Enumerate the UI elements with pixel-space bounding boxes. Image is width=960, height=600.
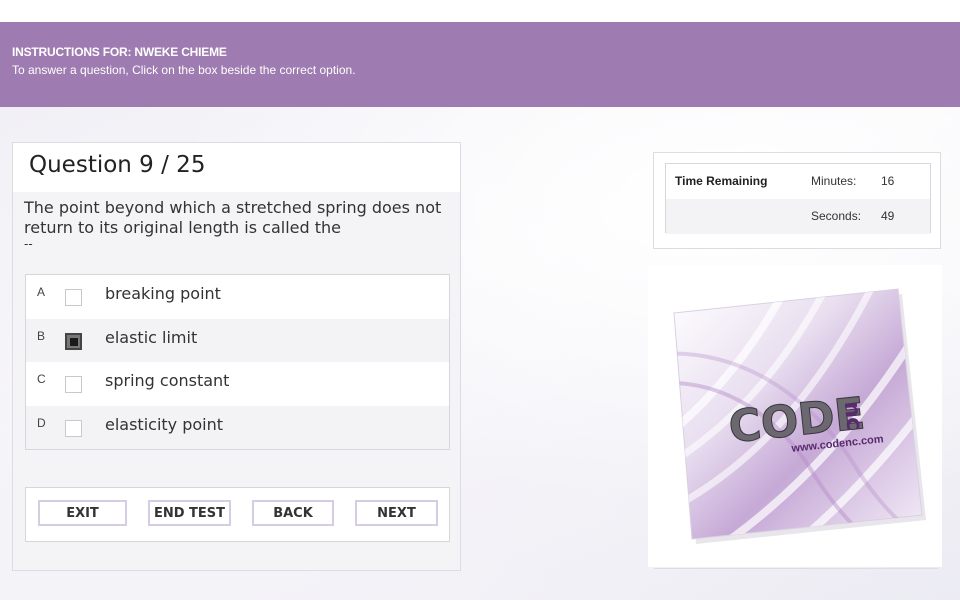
option-b-checkbox[interactable] xyxy=(65,332,82,350)
option-a-label[interactable]: breaking point xyxy=(105,284,221,303)
question-text-line: return to its original length is called … xyxy=(24,218,341,237)
seconds-value: 49 xyxy=(881,209,895,223)
question-text-line: The point beyond which a stretched sprin… xyxy=(24,198,442,217)
next-button[interactable]: NEXT xyxy=(355,500,438,526)
question-text-suffix: -- xyxy=(24,237,33,251)
timer-seconds-row: Seconds: 49 xyxy=(666,199,930,234)
minutes-label: Minutes: xyxy=(811,174,857,188)
option-letter: C xyxy=(37,372,46,386)
minutes-value: 16 xyxy=(881,174,895,188)
option-letter: D xyxy=(37,415,46,430)
back-button[interactable]: BACK xyxy=(252,500,334,526)
navigation-bar: EXIT END TEST BACK NEXT xyxy=(25,487,450,542)
logo-panel-divider xyxy=(654,568,938,569)
option-b-label[interactable]: elastic limit xyxy=(105,328,197,347)
logo-wordmark-suffix: nc xyxy=(839,400,867,431)
question-text: The point beyond which a stretched sprin… xyxy=(13,192,460,265)
option-c-checkbox[interactable] xyxy=(65,376,82,393)
timer-table: Time Remaining Minutes: 16 Seconds: 49 xyxy=(665,163,931,234)
option-a: A breaking point xyxy=(26,275,449,319)
instructions-header: INSTRUCTIONS FOR: NWEKE CHIEME To answer… xyxy=(0,22,960,107)
time-remaining-label: Time Remaining xyxy=(675,174,768,188)
option-d-label[interactable]: elasticity point xyxy=(105,415,223,434)
option-c-label[interactable]: spring constant xyxy=(105,371,229,390)
timer-panel: Time Remaining Minutes: 16 Seconds: 49 xyxy=(653,152,941,249)
timer-minutes-row: Time Remaining Minutes: 16 xyxy=(666,164,930,199)
codenc-logo: CODE nc www.codenc.com xyxy=(673,288,926,544)
option-a-checkbox[interactable] xyxy=(65,289,82,306)
instructions-title: INSTRUCTIONS FOR: NWEKE CHIEME xyxy=(12,45,227,59)
options-list: A breaking point B elastic limit C sprin… xyxy=(25,274,450,450)
instructions-text: To answer a question, Click on the box b… xyxy=(12,63,356,77)
question-panel: Question 9 / 25 The point beyond which a… xyxy=(12,142,461,571)
option-d: D elasticity point xyxy=(26,405,449,449)
question-number: Question 9 / 25 xyxy=(13,143,460,192)
seconds-label: Seconds: xyxy=(811,209,862,223)
end-test-button[interactable]: END TEST xyxy=(148,500,231,526)
exit-button[interactable]: EXIT xyxy=(38,500,127,526)
option-letter: A xyxy=(37,285,46,299)
option-letter: B xyxy=(37,328,46,343)
option-d-checkbox[interactable] xyxy=(65,419,82,437)
option-b: B elastic limit xyxy=(26,318,449,362)
option-c: C spring constant xyxy=(26,362,449,406)
logo-panel: CODE nc www.codenc.com xyxy=(648,265,942,569)
